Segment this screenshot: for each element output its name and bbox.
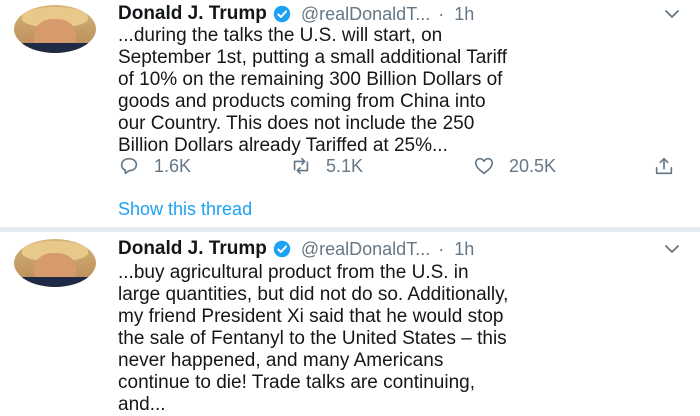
tweet-text: ...during the talks the U.S. will start,… (118, 25, 508, 156)
separator-dot: · (438, 3, 445, 24)
display-name[interactable]: Donald J. Trump (118, 238, 267, 260)
display-name[interactable]: Donald J. Trump (118, 3, 267, 25)
chevron-down-icon[interactable] (664, 6, 680, 22)
avatar-suit (20, 43, 90, 53)
like-count: 20.5K (509, 155, 557, 176)
retweet-count: 5.1K (326, 155, 364, 176)
reply-button[interactable]: 1.6K (118, 155, 191, 177)
verified-badge-icon (273, 240, 291, 258)
tweet-header: Donald J. Trump @realDonaldT... · 1h (118, 237, 474, 261)
like-button[interactable]: 20.5K (473, 155, 556, 177)
tweet-1[interactable]: Donald J. Trump @realDonaldT... · 1h ...… (0, 0, 700, 227)
tweet-text: ...buy agricultural product from the U.S… (118, 262, 509, 415)
verified-badge-icon (273, 5, 291, 23)
retweet-button[interactable]: 5.1K (290, 155, 363, 177)
handle[interactable]: @realDonaldT... (301, 239, 430, 260)
timestamp[interactable]: 1h (454, 239, 474, 260)
share-button[interactable] (653, 155, 675, 177)
tweet-actions: 1.6K 5.1K 20.5K (118, 155, 688, 179)
chevron-down-icon[interactable] (664, 241, 680, 257)
avatar[interactable] (14, 5, 96, 53)
heart-icon (474, 157, 494, 175)
tweet-header: Donald J. Trump @realDonaldT... · 1h (118, 2, 474, 26)
handle[interactable]: @realDonaldT... (301, 4, 430, 25)
avatar-suit (20, 277, 90, 287)
tweet-divider (0, 227, 700, 232)
reply-icon (120, 157, 138, 175)
reply-count: 1.6K (154, 155, 192, 176)
timestamp[interactable]: 1h (454, 4, 474, 25)
retweet-icon (293, 157, 309, 175)
show-thread-link[interactable]: Show this thread (118, 199, 252, 220)
separator-dot: · (438, 238, 445, 259)
share-icon (655, 157, 673, 175)
avatar[interactable] (14, 239, 96, 287)
